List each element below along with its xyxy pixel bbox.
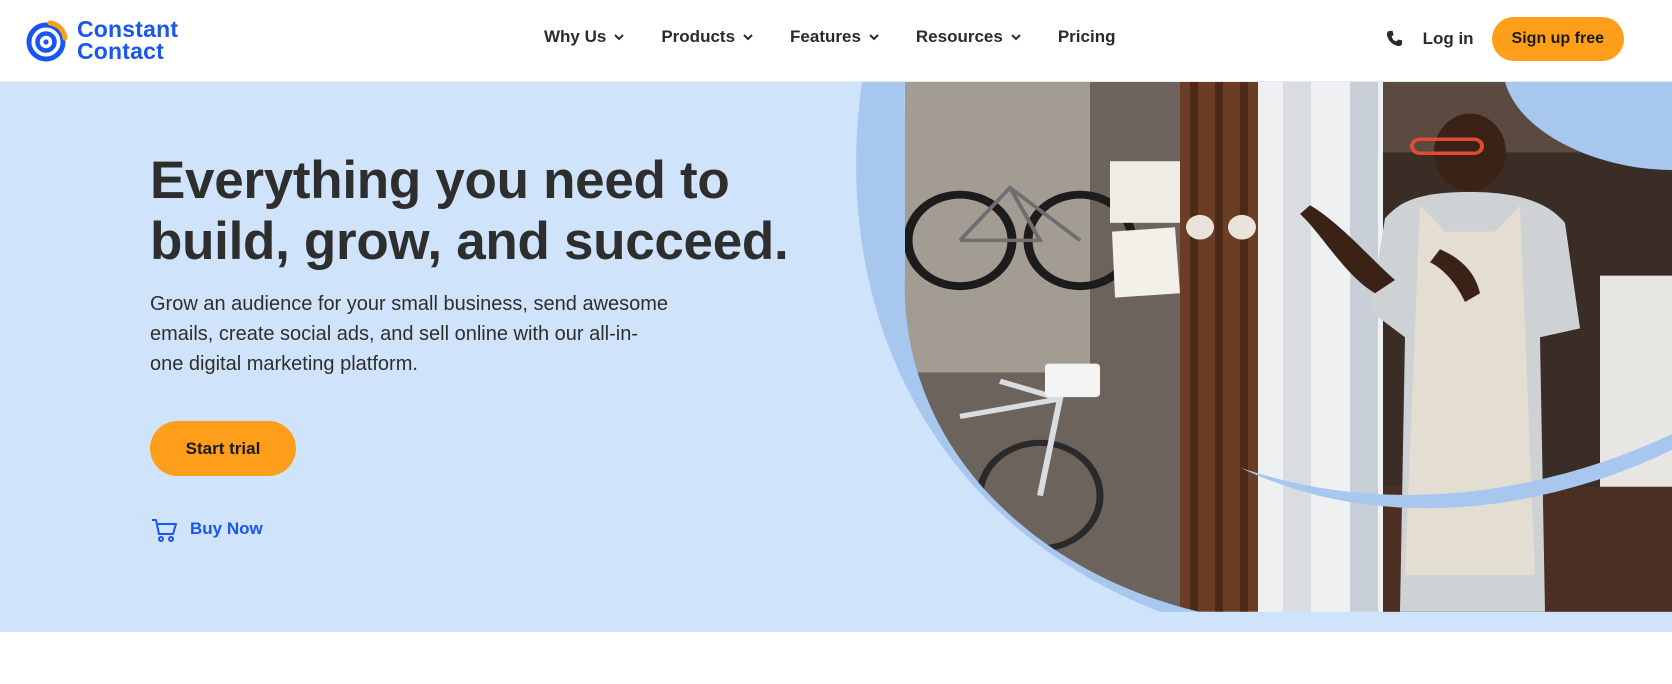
main-nav: Why Us Products Features Resources Prici… xyxy=(544,27,1151,47)
nav-item-label: Why Us xyxy=(544,27,607,46)
nav-item-products[interactable]: Products xyxy=(661,27,754,47)
header-actions: Log in Sign up free xyxy=(1385,17,1624,61)
brand-name-line1: Constant xyxy=(77,16,179,42)
nav-item-resources[interactable]: Resources xyxy=(916,27,1022,47)
nav-item-label: Pricing xyxy=(1057,27,1116,46)
chevron-down-icon xyxy=(869,34,879,41)
login-link[interactable]: Log in xyxy=(1423,29,1474,49)
chevron-down-icon xyxy=(743,34,753,41)
nav-item-pricing[interactable]: Pricing xyxy=(1058,27,1116,47)
constant-contact-logo-icon xyxy=(26,20,68,62)
brand-name: Constant Contact xyxy=(77,16,179,64)
hero-photo xyxy=(856,82,1672,612)
brand-name-line2: Contact xyxy=(77,38,165,64)
nav-item-label: Resources xyxy=(915,27,1003,46)
site-header: Constant Contact Why Us Products Feature… xyxy=(0,0,1672,82)
nav-item-label: Products xyxy=(661,27,736,46)
nav-item-features[interactable]: Features xyxy=(790,27,880,47)
page-below-hero xyxy=(0,632,1672,684)
nav-item-why-us[interactable]: Why Us xyxy=(544,27,625,47)
brand-logo[interactable]: Constant Contact xyxy=(25,17,178,63)
nav-item-label: Features xyxy=(790,27,861,46)
chevron-down-icon xyxy=(614,34,625,41)
chevron-down-icon xyxy=(1011,34,1021,41)
phone-icon[interactable] xyxy=(1385,29,1405,49)
signup-button[interactable]: Sign up free xyxy=(1491,17,1624,61)
